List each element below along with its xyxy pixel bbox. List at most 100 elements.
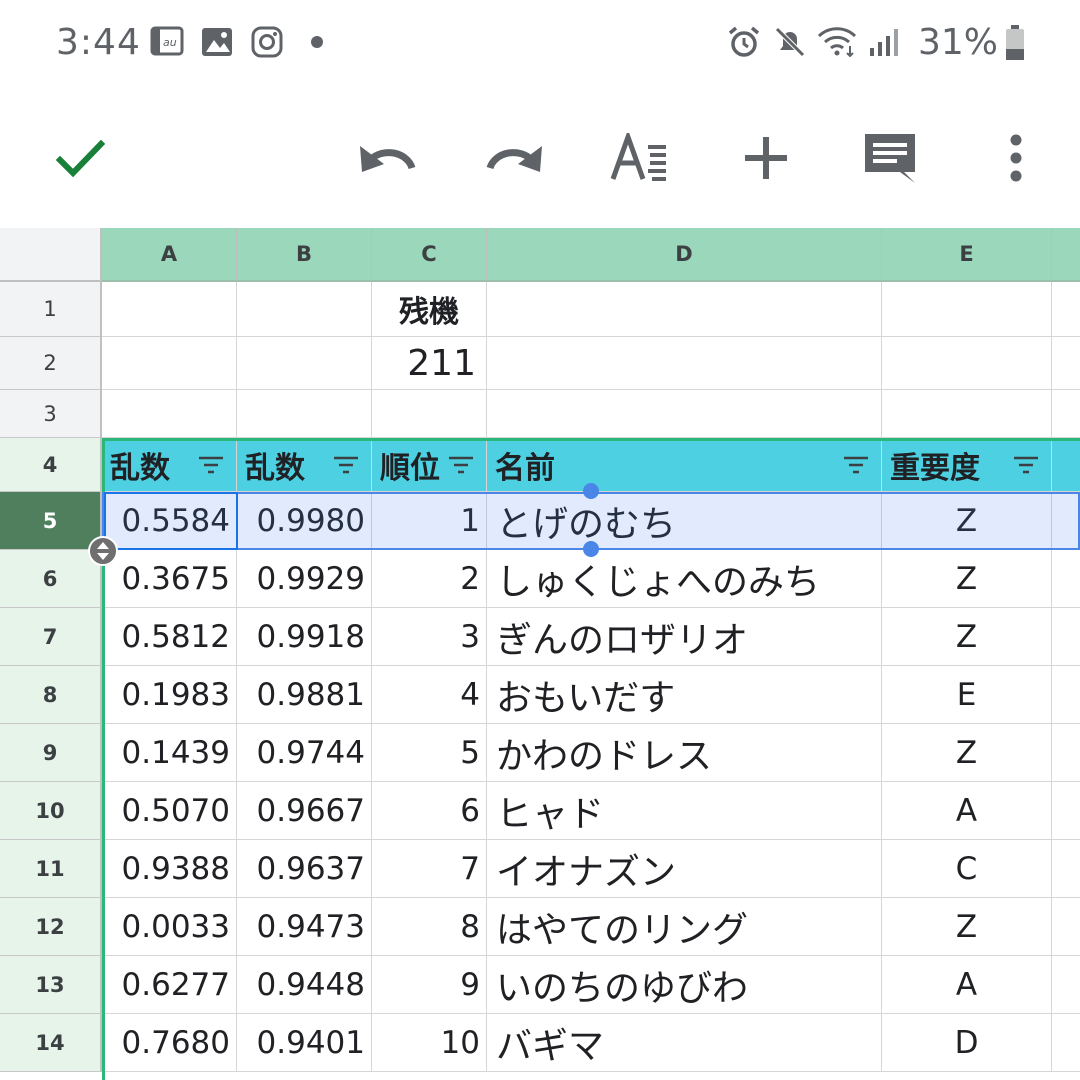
filter-icon[interactable] <box>333 455 359 475</box>
filter-icon[interactable] <box>843 455 869 475</box>
cell-empty[interactable] <box>1052 390 1080 438</box>
done-button[interactable] <box>40 88 120 228</box>
table-row-cell[interactable]: 7 <box>372 840 487 898</box>
row-header-10[interactable]: 10 <box>0 782 102 840</box>
cell-empty[interactable] <box>1052 840 1080 898</box>
text-format-button[interactable] <box>602 88 678 228</box>
cell-empty[interactable] <box>102 282 237 337</box>
row-header-4[interactable]: 4 <box>0 438 102 492</box>
spreadsheet-grid[interactable]: ABCDE1234567891011121314残機211乱数乱数順位名前重要度… <box>0 228 1080 1080</box>
table-row-cell[interactable]: 0.9667 <box>237 782 372 840</box>
table-row-cell[interactable]: A <box>882 956 1052 1014</box>
filter-icon[interactable] <box>1013 455 1039 475</box>
table-row-cell[interactable]: ヒャド <box>487 782 882 840</box>
row-header-9[interactable]: 9 <box>0 724 102 782</box>
table-row-cell[interactable]: イオナズン <box>487 840 882 898</box>
table-row-cell[interactable]: C <box>882 840 1052 898</box>
selection-drag-handle[interactable] <box>583 541 599 557</box>
cell-empty[interactable] <box>1052 1014 1080 1072</box>
table-row-cell[interactable]: 3 <box>372 608 487 666</box>
cell-empty[interactable] <box>487 390 882 438</box>
table-row-cell[interactable]: 0.6277 <box>102 956 237 1014</box>
table-row-cell[interactable]: 0.5812 <box>102 608 237 666</box>
table-row-cell[interactable]: バギマ <box>487 1014 882 1072</box>
cell-empty[interactable] <box>102 390 237 438</box>
cell-empty[interactable] <box>1052 782 1080 840</box>
table-row-cell[interactable]: おもいだす <box>487 666 882 724</box>
table-row-cell[interactable]: 0.5584 <box>102 492 237 550</box>
table-row-cell[interactable]: 0.9448 <box>237 956 372 1014</box>
cell-empty[interactable] <box>237 337 372 390</box>
table-header-cell[interactable]: 乱数 <box>237 438 372 492</box>
cell-empty[interactable] <box>102 337 237 390</box>
cell-empty[interactable] <box>1052 724 1080 782</box>
table-header-cell[interactable]: 重要度 <box>882 438 1052 492</box>
table-row-cell[interactable]: 10 <box>372 1014 487 1072</box>
cell-empty[interactable] <box>237 282 372 337</box>
table-row-cell[interactable]: E <box>882 666 1052 724</box>
table-row-cell[interactable]: 0.9744 <box>237 724 372 782</box>
table-row-cell[interactable]: Z <box>882 550 1052 608</box>
cell-empty[interactable] <box>1052 337 1080 390</box>
insert-button[interactable] <box>728 88 804 228</box>
column-header-e[interactable]: E <box>882 228 1052 282</box>
cell-empty[interactable] <box>882 282 1052 337</box>
table-row-cell[interactable]: いのちのゆびわ <box>487 956 882 1014</box>
table-row-cell[interactable]: 0.9388 <box>102 840 237 898</box>
table-row-cell[interactable]: Z <box>882 724 1052 782</box>
redo-button[interactable] <box>476 88 552 228</box>
cell-c2[interactable]: 211 <box>372 337 487 390</box>
table-row-cell[interactable]: しゅくじょへのみち <box>487 550 882 608</box>
table-row-cell[interactable]: Z <box>882 492 1052 550</box>
row-header-11[interactable]: 11 <box>0 840 102 898</box>
cell-empty[interactable] <box>1052 608 1080 666</box>
row-header-3[interactable]: 3 <box>0 390 102 438</box>
selection-drag-handle[interactable] <box>583 483 599 499</box>
column-header-c[interactable]: C <box>372 228 487 282</box>
table-row-cell[interactable]: Z <box>882 898 1052 956</box>
table-row-cell[interactable]: 0.3675 <box>102 550 237 608</box>
row-header-2[interactable]: 2 <box>0 337 102 390</box>
table-header-cell[interactable] <box>1052 438 1080 492</box>
table-row-cell[interactable]: 2 <box>372 550 487 608</box>
table-row-cell[interactable]: 6 <box>372 782 487 840</box>
filter-icon[interactable] <box>448 455 474 475</box>
table-row-cell[interactable]: はやてのリング <box>487 898 882 956</box>
cell-empty[interactable] <box>882 337 1052 390</box>
table-row-cell[interactable]: 4 <box>372 666 487 724</box>
row-resize-handle[interactable] <box>88 536 118 566</box>
cell-empty[interactable] <box>372 390 487 438</box>
table-row-cell[interactable]: 0.0033 <box>102 898 237 956</box>
cell-empty[interactable] <box>1052 550 1080 608</box>
table-row-cell[interactable]: A <box>882 782 1052 840</box>
column-header-b[interactable]: B <box>237 228 372 282</box>
column-header-a[interactable]: A <box>102 228 237 282</box>
row-header-13[interactable]: 13 <box>0 956 102 1014</box>
table-row-cell[interactable]: とげのむち <box>487 492 882 550</box>
cell-empty[interactable] <box>487 337 882 390</box>
table-row-cell[interactable]: 0.1439 <box>102 724 237 782</box>
row-header-5[interactable]: 5 <box>0 492 102 550</box>
comment-button[interactable] <box>852 88 928 228</box>
cell-empty[interactable] <box>1052 282 1080 337</box>
cell-empty[interactable] <box>1052 666 1080 724</box>
row-header-7[interactable]: 7 <box>0 608 102 666</box>
select-all-corner[interactable] <box>0 228 102 282</box>
table-row-cell[interactable]: 0.9929 <box>237 550 372 608</box>
cell-c1[interactable]: 残機 <box>372 282 487 337</box>
table-header-cell[interactable]: 順位 <box>372 438 487 492</box>
table-row-cell[interactable]: 9 <box>372 956 487 1014</box>
table-row-cell[interactable]: Z <box>882 608 1052 666</box>
cell-empty[interactable] <box>1052 956 1080 1014</box>
row-header-14[interactable]: 14 <box>0 1014 102 1072</box>
table-header-cell[interactable]: 名前 <box>487 438 882 492</box>
table-row-cell[interactable]: 0.5070 <box>102 782 237 840</box>
cell-empty[interactable] <box>882 390 1052 438</box>
row-header-1[interactable]: 1 <box>0 282 102 337</box>
filter-icon[interactable] <box>198 455 224 475</box>
row-header-6[interactable]: 6 <box>0 550 102 608</box>
table-row-cell[interactable]: かわのドレス <box>487 724 882 782</box>
cell-empty[interactable] <box>1052 492 1080 550</box>
column-header-f[interactable] <box>1052 228 1080 282</box>
table-row-cell[interactable]: 5 <box>372 724 487 782</box>
